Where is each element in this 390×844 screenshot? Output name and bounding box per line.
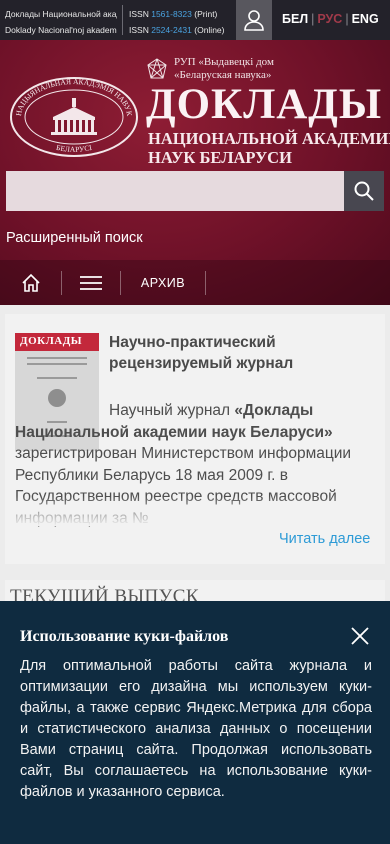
home-icon	[21, 273, 40, 292]
issn-print: ISSN 1561-8323 (Print)	[129, 9, 218, 19]
journal-info-card: ДОКЛАДЫ Научно-практический рецензируемы…	[5, 314, 385, 564]
main-nav: АРХИВ	[0, 260, 390, 305]
journal-subtitle: НАЦИОНАЛЬНОЙ АКАДЕМИИ НАУК БЕЛАРУСИ	[148, 129, 390, 167]
search-icon	[354, 181, 374, 201]
journal-names: Доклады Национальной академии наук Белар…	[5, 6, 117, 38]
cookie-title: Использование куки-файлов	[20, 628, 229, 645]
close-icon[interactable]	[349, 625, 371, 647]
issn-info: ISSN 1561-8323 (Print) ISSN 2524-2431 (O…	[129, 6, 224, 38]
issn-online: ISSN 2524-2431 (Online)	[129, 25, 225, 35]
user-icon	[244, 10, 264, 31]
publisher-logo[interactable]: РУП «Выдавецкі дом «Беларуская навука»	[146, 56, 274, 82]
lang-bel[interactable]: БЕЛ	[282, 12, 308, 26]
journal-name-translit[interactable]: Doklady Nacional'noj akademii nauk Belar…	[5, 22, 117, 38]
cookie-text: Для оптимальной работы сайта журнала и о…	[20, 658, 372, 800]
menu-icon	[80, 275, 102, 290]
menu-button[interactable]	[62, 260, 120, 305]
top-bar: Доклады Национальной академии наук Белар…	[0, 0, 390, 40]
divider	[122, 5, 123, 35]
cookie-banner: Использование куки-файлов Для оптимально…	[0, 601, 390, 844]
advanced-search-link[interactable]: Расширенный поиск	[6, 230, 143, 246]
search-button[interactable]	[344, 171, 384, 211]
user-account-button[interactable]	[236, 0, 272, 40]
search-input[interactable]	[6, 171, 344, 211]
publisher-icon	[147, 58, 167, 79]
site-header: РУП «Выдавецкі дом «Беларуская навука» Н…	[0, 40, 390, 305]
home-button[interactable]	[0, 260, 61, 305]
nav-archive[interactable]: АРХИВ	[121, 260, 205, 305]
read-more-link[interactable]: Читать далее	[279, 531, 370, 547]
lang-eng[interactable]: ENG	[352, 12, 379, 26]
academy-emblem[interactable]: НАЦЫЯНАЛЬНАЯ АКАДЭМІЯ НАВУК БЕЛАРУСІ	[9, 76, 139, 158]
language-switcher: БЕЛ | РУС | ENG	[282, 12, 379, 26]
journal-name-ru[interactable]: Доклады Национальной академии наук Белар…	[5, 6, 117, 22]
journal-title: ДОКЛАДЫ	[146, 81, 383, 128]
journal-kind: Научно-практический рецензируемый журнал	[109, 334, 294, 372]
lang-rus[interactable]: РУС	[317, 12, 342, 26]
